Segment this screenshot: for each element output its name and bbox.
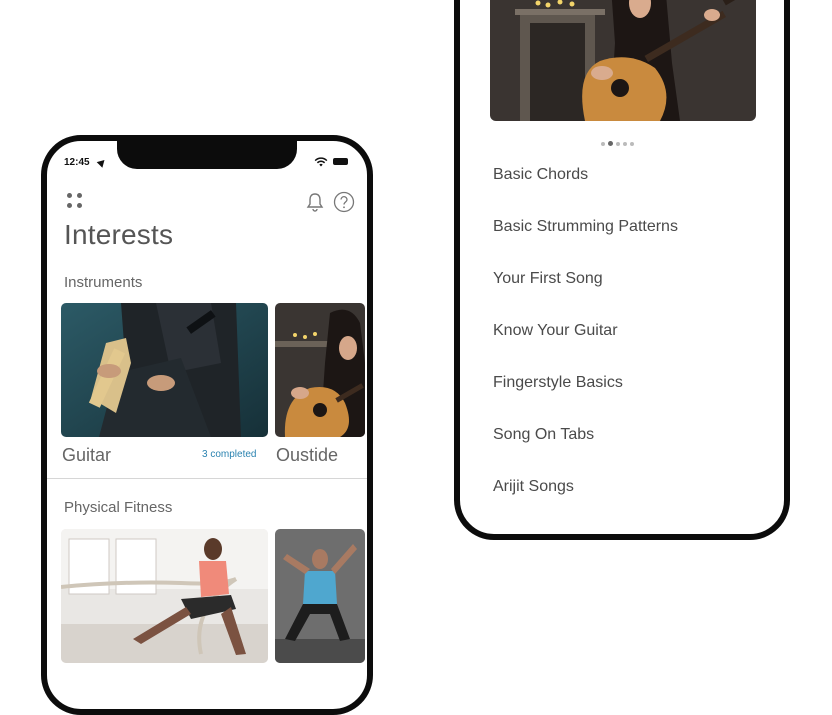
section-divider xyxy=(47,478,367,479)
page-title: Interests xyxy=(64,219,174,250)
carousel-dot[interactable] xyxy=(630,141,634,146)
carousel-indicator[interactable] xyxy=(601,135,637,147)
oustide-card-image[interactable] xyxy=(275,303,365,437)
card-name-guitar[interactable]: Guitar xyxy=(62,445,111,466)
carousel-dot[interactable] xyxy=(601,141,605,146)
lesson-list: Basic Chords Basic Strumming Patterns Yo… xyxy=(493,166,678,530)
section-label-physical-fitness: Physical Fitness xyxy=(64,499,173,516)
help-icon[interactable] xyxy=(333,191,355,213)
guitar-card-image[interactable] xyxy=(61,303,268,437)
battery-icon xyxy=(333,158,348,165)
completed-badge: 3 completed xyxy=(202,449,257,460)
status-time: 12:45 xyxy=(64,157,90,168)
lesson-hero-image[interactable] xyxy=(490,0,756,121)
fitness-card-image-ropes[interactable] xyxy=(61,529,268,663)
phone-right-guitar-lessons: Basic Chords Basic Strumming Patterns Yo… xyxy=(454,0,790,540)
lesson-item[interactable]: Arijit Songs xyxy=(493,478,678,530)
bell-icon[interactable] xyxy=(305,191,325,213)
lesson-item[interactable]: Basic Chords xyxy=(493,166,678,218)
phone-left-interests: 12:45 Interests Instruments Guitar 3 com… xyxy=(41,135,373,715)
lesson-item[interactable]: Fingerstyle Basics xyxy=(493,374,678,426)
lesson-item[interactable]: Basic Strumming Patterns xyxy=(493,218,678,270)
lesson-item[interactable]: Your First Song xyxy=(493,270,678,322)
fitness-card-image-lunge[interactable] xyxy=(275,529,365,663)
notch xyxy=(117,141,297,169)
lesson-item[interactable]: Know Your Guitar xyxy=(493,322,678,374)
carousel-dot-active[interactable] xyxy=(608,141,613,147)
card-name-oustide[interactable]: Oustide xyxy=(276,445,338,466)
lesson-item[interactable]: Song On Tabs xyxy=(493,426,678,478)
carousel-dot[interactable] xyxy=(616,141,620,146)
grid-menu-icon[interactable] xyxy=(65,191,85,211)
wifi-icon xyxy=(314,157,328,167)
carousel-dot[interactable] xyxy=(623,141,627,146)
section-label-instruments: Instruments xyxy=(64,274,143,291)
location-arrow-icon xyxy=(96,157,108,168)
